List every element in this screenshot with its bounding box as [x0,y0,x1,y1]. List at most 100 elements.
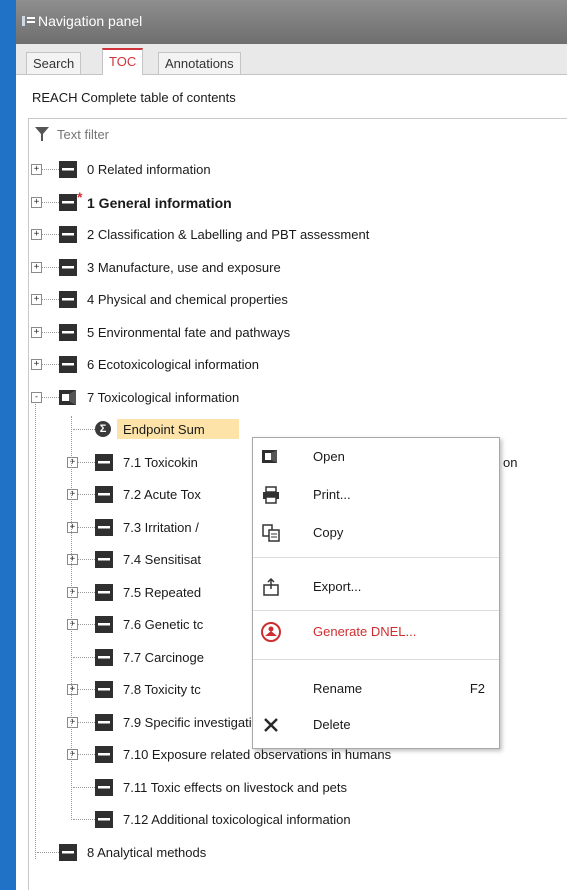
menu-item-rename[interactable]: Rename F2 [253,670,499,708]
tree-item[interactable]: - 7 Toxicological information [29,384,567,412]
tree-item-label: 2 Classification & Labelling and PBT ass… [87,227,370,242]
tree-item-label: 7.4 Sensitisat [123,552,202,567]
tree-item[interactable]: + * 1 General information [29,189,567,217]
tree-item[interactable]: +0 Related information [29,156,567,184]
tree-branch-line [71,416,72,820]
tree-item[interactable]: 8 Analytical methods [29,839,567,867]
menu-item-export[interactable]: Export... [253,568,499,606]
navigation-panel: Navigation panel Search TOC Annotations … [16,0,567,890]
menu-item-label: Print... [313,487,351,502]
section-icon [59,226,77,243]
tree-item-label: 7 Toxicological information [87,389,240,405]
expand-icon[interactable]: + [31,294,42,305]
endpoint-summary-icon: Σ [95,421,111,437]
tree-item-label: 1 General information [87,194,232,211]
section-icon [59,843,77,861]
menu-separator [253,557,499,558]
expand-icon[interactable]: + [31,196,42,208]
menu-item-generate-dnel[interactable]: Generate DNEL... [253,613,499,651]
tree-item[interactable]: +2 Classification & Labelling and PBT as… [29,221,567,249]
section-icon [95,778,113,796]
expand-icon[interactable]: + [67,749,78,760]
section-icon [95,616,113,633]
expand-icon[interactable]: + [67,456,78,468]
tab-toc[interactable]: TOC [102,48,144,75]
text-filter-box [28,118,567,150]
section-icon [95,453,113,471]
toc-title: REACH Complete table of contents [32,90,236,105]
tree-item[interactable]: +6 Ecotoxicological information [29,351,567,379]
tree-item[interactable]: 7.11 Toxic effects on livestock and pets [29,774,567,802]
expand-icon[interactable]: + [67,619,78,630]
tab-annotations[interactable]: Annotations [158,52,241,74]
expand-icon[interactable]: + [67,489,78,500]
section-icon [59,323,77,341]
section-icon [59,356,77,373]
section-icon [95,486,113,503]
open-folder-icon [59,389,76,405]
menu-item-label: Export... [313,579,362,594]
section-icon [59,291,77,308]
menu-item-shortcut: F2 [469,681,485,696]
menu-separator [253,610,499,611]
menu-item-delete[interactable]: Delete [253,706,499,744]
text-filter-input[interactable] [55,124,359,144]
expand-icon[interactable]: + [67,684,78,695]
expand-icon[interactable]: + [67,586,78,598]
expand-icon[interactable]: + [31,261,42,273]
tree-connector [73,429,95,430]
tree-item-label: 5 Environmental fate and pathways [87,324,291,340]
tree-item[interactable]: 7.12 Additional toxicological informatio… [29,806,567,834]
section-icon [59,161,77,178]
tree-item-label: 7.11 Toxic effects on livestock and pets [123,779,348,795]
tree-item[interactable]: +4 Physical and chemical properties [29,286,567,314]
expand-icon[interactable]: + [67,554,78,565]
menu-item-label: Generate DNEL... [313,624,417,639]
section-icon [95,518,113,536]
menu-item-copy[interactable]: Copy [253,514,499,552]
generate-dnel-icon [261,622,281,642]
panel-title: Navigation panel [38,13,143,29]
expand-icon[interactable]: + [67,521,78,533]
expand-icon[interactable]: + [31,164,42,175]
tree-item-label: 7.1 Toxicokin [123,454,198,470]
tree-connector [73,819,95,820]
tree-item-label: 7.5 Repeated [123,584,202,600]
tree-connector [73,656,95,658]
section-icon [95,583,113,601]
section-icon [59,258,77,276]
section-icon [59,193,77,211]
left-edge-strip [0,0,16,890]
tree-trunk-line [35,403,36,859]
tree-item-label: 4 Physical and chemical properties [87,292,288,307]
expand-icon[interactable]: + [31,229,42,240]
collapse-icon[interactable]: - [31,391,42,403]
tree-item-label: 7.8 Toxicity tc [123,682,201,697]
tree-item-label: 7.3 Irritation / [123,519,199,535]
context-menu: Open Print... Copy Export... Generate DN… [252,437,500,749]
expand-icon[interactable]: + [31,326,42,338]
tree-item-label: 7.9 Specific investigations [123,714,273,730]
tree-item[interactable]: +5 Environmental fate and pathways [29,319,567,347]
tree-connector [37,851,61,853]
tab-search[interactable]: Search [26,52,82,74]
modified-marker: * [77,188,83,205]
menu-item-open[interactable]: Open [253,438,499,476]
tree-item-label: 7.12 Additional toxicological informatio… [123,812,351,827]
menu-item-label: Delete [313,717,351,732]
tree-item-label-tail: on [503,454,518,470]
expand-icon[interactable]: + [67,716,78,728]
tree-item-label: 7.6 Genetic tc [123,617,204,632]
menu-item-print[interactable]: Print... [253,476,499,514]
printer-icon [263,486,279,504]
copy-icon [262,524,280,542]
filter-icon [35,127,49,141]
expand-icon[interactable]: + [31,359,42,370]
tree-item-label: 0 Related information [87,162,211,177]
menu-item-label: Open [313,449,345,464]
menu-item-label: Rename [313,681,363,696]
section-icon [95,551,113,568]
section-icon [95,811,113,828]
tree-item[interactable]: +3 Manufacture, use and exposure [29,254,567,282]
open-icon [262,450,277,463]
